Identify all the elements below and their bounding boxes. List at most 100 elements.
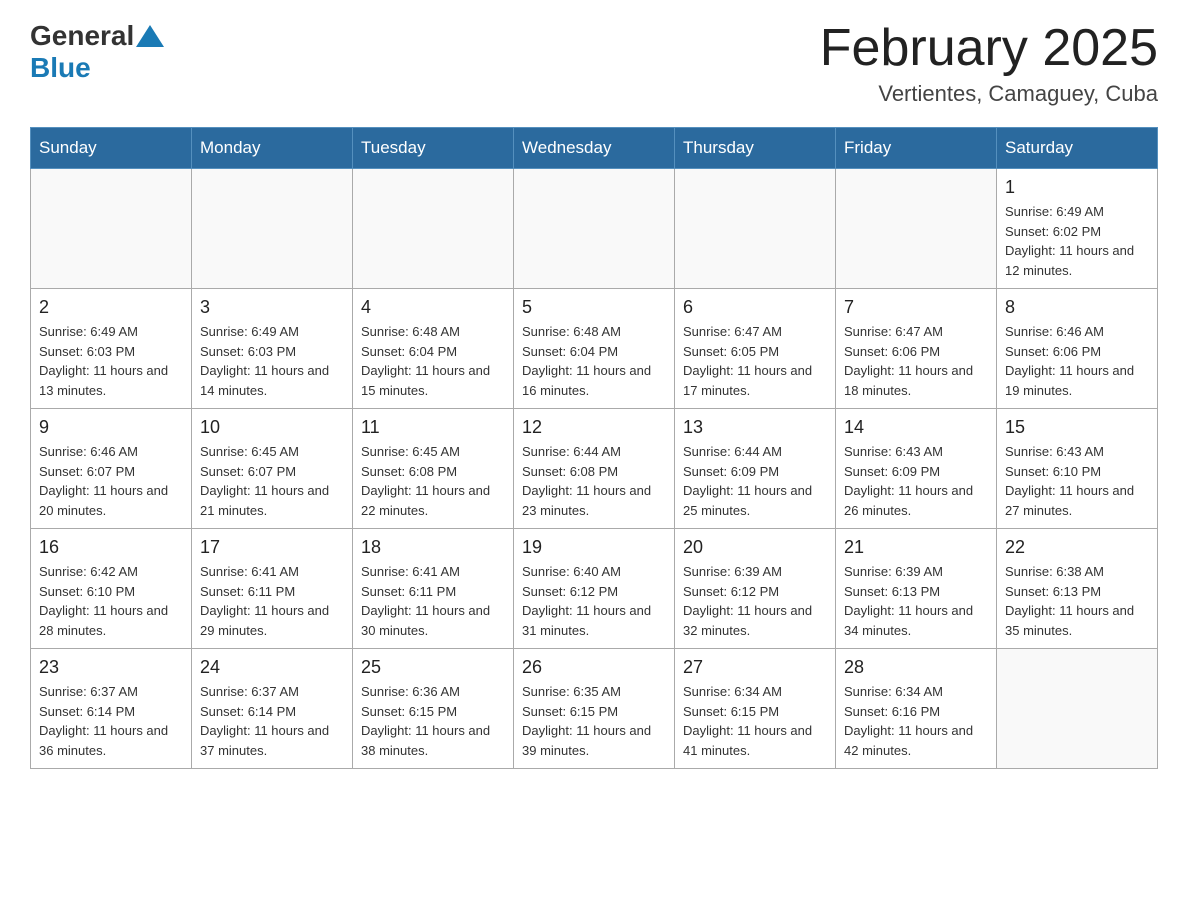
calendar-cell <box>675 169 836 289</box>
calendar-cell <box>514 169 675 289</box>
calendar-cell <box>192 169 353 289</box>
calendar-cell: 16 Sunrise: 6:42 AMSunset: 6:10 PMDayligh… <box>31 529 192 649</box>
day-info: Sunrise: 6:41 AMSunset: 6:11 PMDaylight:… <box>200 562 344 640</box>
day-info: Sunrise: 6:37 AMSunset: 6:14 PMDaylight:… <box>200 682 344 760</box>
day-info: Sunrise: 6:40 AMSunset: 6:12 PMDaylight:… <box>522 562 666 640</box>
day-info: Sunrise: 6:36 AMSunset: 6:15 PMDaylight:… <box>361 682 505 760</box>
calendar-day-header-sunday: Sunday <box>31 128 192 169</box>
day-number: 16 <box>39 537 183 558</box>
calendar-cell: 10 Sunrise: 6:45 AMSunset: 6:07 PMDayligh… <box>192 409 353 529</box>
calendar-week-row-3: 9Sunrise: 6:46 AMSunset: 6:07 PMDaylight… <box>31 409 1158 529</box>
day-number: 13 <box>683 417 827 438</box>
logo: General Blue <box>30 20 164 84</box>
calendar-day-header-tuesday: Tuesday <box>353 128 514 169</box>
calendar-cell <box>31 169 192 289</box>
day-number: 21 <box>844 537 988 558</box>
day-info: Sunrise: 6:37 AMSunset: 6:14 PMDaylight:… <box>39 682 183 760</box>
day-number: 3 <box>200 297 344 318</box>
page-header: General Blue February 2025 Vertientes, C… <box>30 20 1158 107</box>
day-info: Sunrise: 6:45 AMSunset: 6:07 PMDaylight:… <box>200 442 344 520</box>
day-number: 11 <box>361 417 505 438</box>
calendar-cell: 7Sunrise: 6:47 AMSunset: 6:06 PMDaylight… <box>836 289 997 409</box>
day-number: 15 <box>1005 417 1149 438</box>
calendar-header-row: SundayMondayTuesdayWednesdayThursdayFrid… <box>31 128 1158 169</box>
day-info: Sunrise: 6:39 AMSunset: 6:13 PMDaylight:… <box>844 562 988 640</box>
calendar-week-row-2: 2 Sunrise: 6:49 AMSunset: 6:03 PMDaylight… <box>31 289 1158 409</box>
calendar-cell: 23 Sunrise: 6:37 AMSunset: 6:14 PMDayligh… <box>31 649 192 769</box>
calendar-cell: 12Sunrise: 6:44 AMSunset: 6:08 PMDayligh… <box>514 409 675 529</box>
logo-flag-icon <box>136 25 164 47</box>
day-info: Sunrise: 6:43 AMSunset: 6:10 PMDaylight:… <box>1005 442 1149 520</box>
calendar-cell: 20Sunrise: 6:39 AMSunset: 6:12 PMDayligh… <box>675 529 836 649</box>
calendar-cell: 26Sunrise: 6:35 AMSunset: 6:15 PMDayligh… <box>514 649 675 769</box>
day-number: 17 <box>200 537 344 558</box>
day-number: 6 <box>683 297 827 318</box>
day-info: Sunrise: 6:49 AMSunset: 6:03 PMDaylight:… <box>39 322 183 400</box>
calendar-week-row-4: 16 Sunrise: 6:42 AMSunset: 6:10 PMDayligh… <box>31 529 1158 649</box>
day-info: Sunrise: 6:34 AMSunset: 6:15 PMDaylight:… <box>683 682 827 760</box>
calendar-cell: 17 Sunrise: 6:41 AMSunset: 6:11 PMDayligh… <box>192 529 353 649</box>
calendar-cell: 8 Sunrise: 6:46 AMSunset: 6:06 PMDaylight… <box>997 289 1158 409</box>
day-number: 14 <box>844 417 988 438</box>
day-info: Sunrise: 6:48 AMSunset: 6:04 PMDaylight:… <box>522 322 666 400</box>
calendar-cell <box>997 649 1158 769</box>
calendar-cell: 1 Sunrise: 6:49 AMSunset: 6:02 PMDaylight… <box>997 169 1158 289</box>
day-number: 25 <box>361 657 505 678</box>
calendar-cell: 22 Sunrise: 6:38 AMSunset: 6:13 PMDayligh… <box>997 529 1158 649</box>
day-info: Sunrise: 6:42 AMSunset: 6:10 PMDaylight:… <box>39 562 183 640</box>
day-number: 20 <box>683 537 827 558</box>
calendar-cell: 4 Sunrise: 6:48 AMSunset: 6:04 PMDaylight… <box>353 289 514 409</box>
day-number: 19 <box>522 537 666 558</box>
calendar-cell: 28Sunrise: 6:34 AMSunset: 6:16 PMDayligh… <box>836 649 997 769</box>
calendar-cell: 21 Sunrise: 6:39 AMSunset: 6:13 PMDayligh… <box>836 529 997 649</box>
day-info: Sunrise: 6:47 AMSunset: 6:06 PMDaylight:… <box>844 322 988 400</box>
calendar-cell: 24 Sunrise: 6:37 AMSunset: 6:14 PMDayligh… <box>192 649 353 769</box>
calendar-cell: 19 Sunrise: 6:40 AMSunset: 6:12 PMDayligh… <box>514 529 675 649</box>
day-number: 18 <box>361 537 505 558</box>
day-number: 26 <box>522 657 666 678</box>
day-info: Sunrise: 6:46 AMSunset: 6:06 PMDaylight:… <box>1005 322 1149 400</box>
calendar-day-header-thursday: Thursday <box>675 128 836 169</box>
day-info: Sunrise: 6:44 AMSunset: 6:08 PMDaylight:… <box>522 442 666 520</box>
day-info: Sunrise: 6:41 AMSunset: 6:11 PMDaylight:… <box>361 562 505 640</box>
day-info: Sunrise: 6:44 AMSunset: 6:09 PMDaylight:… <box>683 442 827 520</box>
day-info: Sunrise: 6:46 AMSunset: 6:07 PMDaylight:… <box>39 442 183 520</box>
day-number: 24 <box>200 657 344 678</box>
day-number: 2 <box>39 297 183 318</box>
calendar-cell: 27 Sunrise: 6:34 AMSunset: 6:15 PMDayligh… <box>675 649 836 769</box>
calendar-cell: 15 Sunrise: 6:43 AMSunset: 6:10 PMDayligh… <box>997 409 1158 529</box>
calendar-day-header-wednesday: Wednesday <box>514 128 675 169</box>
calendar-day-header-saturday: Saturday <box>997 128 1158 169</box>
calendar-cell: 9Sunrise: 6:46 AMSunset: 6:07 PMDaylight… <box>31 409 192 529</box>
day-info: Sunrise: 6:49 AMSunset: 6:03 PMDaylight:… <box>200 322 344 400</box>
day-number: 23 <box>39 657 183 678</box>
day-info: Sunrise: 6:49 AMSunset: 6:02 PMDaylight:… <box>1005 202 1149 280</box>
logo-blue-text: Blue <box>30 52 91 84</box>
calendar-cell: 18 Sunrise: 6:41 AMSunset: 6:11 PMDayligh… <box>353 529 514 649</box>
location-subtitle: Vertientes, Camaguey, Cuba <box>820 81 1158 107</box>
day-number: 22 <box>1005 537 1149 558</box>
calendar-cell: 3 Sunrise: 6:49 AMSunset: 6:03 PMDaylight… <box>192 289 353 409</box>
logo-general-text: General <box>30 20 134 52</box>
calendar-week-row-5: 23 Sunrise: 6:37 AMSunset: 6:14 PMDayligh… <box>31 649 1158 769</box>
calendar-week-row-1: 1 Sunrise: 6:49 AMSunset: 6:02 PMDaylight… <box>31 169 1158 289</box>
day-number: 27 <box>683 657 827 678</box>
day-info: Sunrise: 6:48 AMSunset: 6:04 PMDaylight:… <box>361 322 505 400</box>
day-info: Sunrise: 6:47 AMSunset: 6:05 PMDaylight:… <box>683 322 827 400</box>
day-number: 28 <box>844 657 988 678</box>
calendar-cell <box>836 169 997 289</box>
day-number: 4 <box>361 297 505 318</box>
day-info: Sunrise: 6:45 AMSunset: 6:08 PMDaylight:… <box>361 442 505 520</box>
calendar-cell: 11 Sunrise: 6:45 AMSunset: 6:08 PMDayligh… <box>353 409 514 529</box>
calendar-cell: 2 Sunrise: 6:49 AMSunset: 6:03 PMDaylight… <box>31 289 192 409</box>
calendar-day-header-friday: Friday <box>836 128 997 169</box>
day-number: 8 <box>1005 297 1149 318</box>
month-year-title: February 2025 <box>820 20 1158 77</box>
calendar-cell <box>353 169 514 289</box>
day-number: 10 <box>200 417 344 438</box>
calendar-cell: 14Sunrise: 6:43 AMSunset: 6:09 PMDayligh… <box>836 409 997 529</box>
day-number: 1 <box>1005 177 1149 198</box>
day-info: Sunrise: 6:38 AMSunset: 6:13 PMDaylight:… <box>1005 562 1149 640</box>
calendar-day-header-monday: Monday <box>192 128 353 169</box>
calendar-table: SundayMondayTuesdayWednesdayThursdayFrid… <box>30 127 1158 769</box>
